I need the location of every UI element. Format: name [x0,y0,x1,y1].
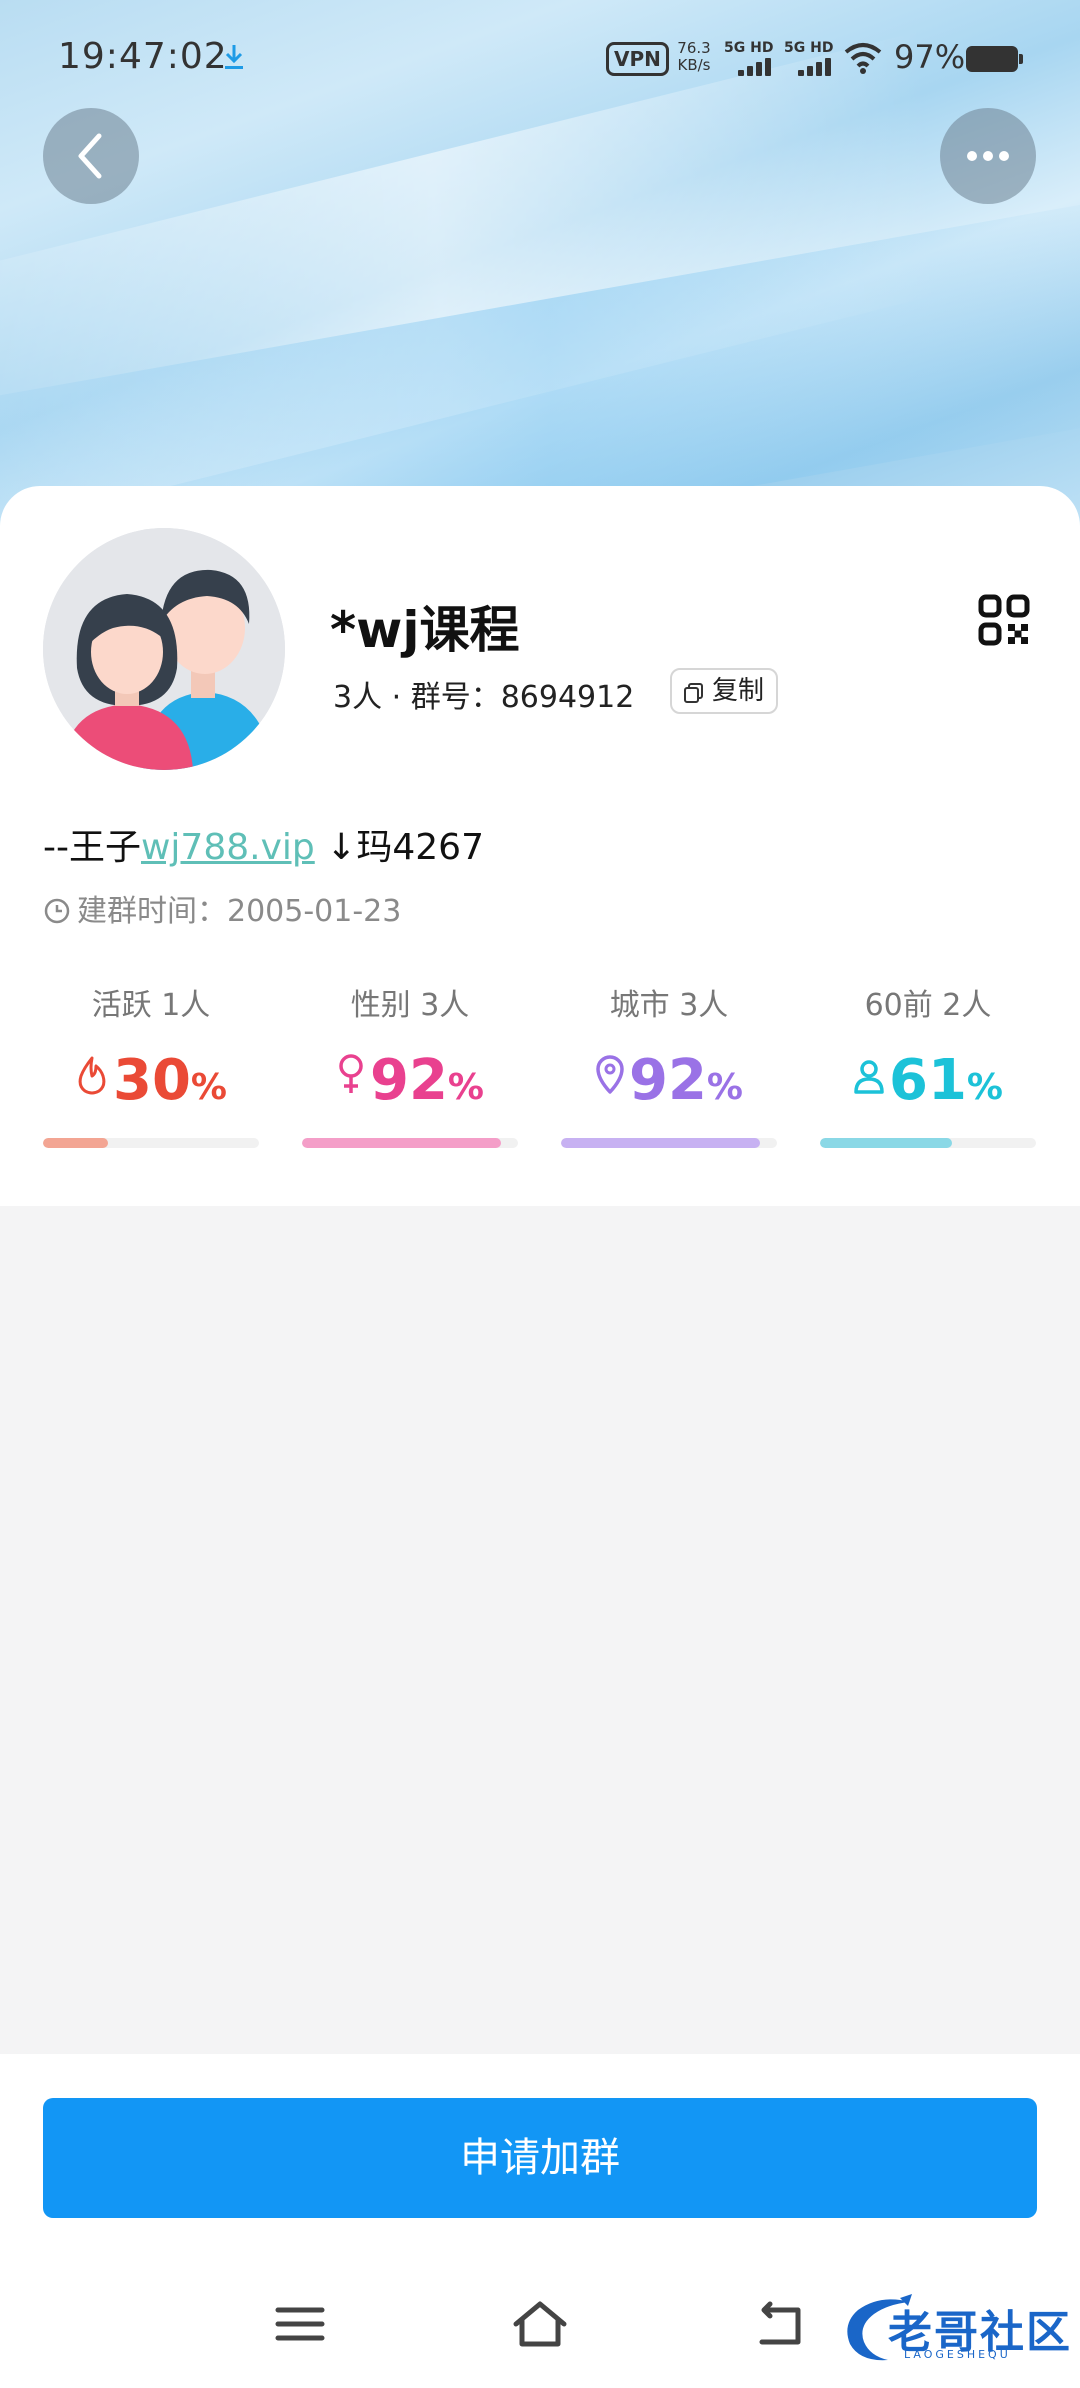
stat-progress-fill [302,1138,501,1148]
more-options-button[interactable] [940,108,1036,204]
stat-number: 30 [112,1048,191,1113]
signal-bar [747,66,753,76]
status-bar: 19:47:02 VPN 76.3 KB/s 5G HD 5G HD 97% [0,0,1080,120]
download-icon [225,45,243,69]
stat-progress-bar [561,1138,777,1148]
stat-progress-fill [561,1138,760,1148]
group-meta: 3人 · 群号：8694912 [333,680,635,715]
copy-button[interactable]: 复制 [670,668,778,714]
stat-gender: 性别 3人 92% [302,980,518,1150]
group-name: *wj课程 [330,601,520,659]
signal-bar [756,62,762,76]
wifi-icon [844,43,882,74]
stat-value: 92% [561,1048,777,1113]
battery-icon [966,46,1023,72]
sim2-label: 5G HD [784,40,834,56]
stat-progress-bar [43,1138,259,1148]
qr-code-icon[interactable] [978,594,1030,646]
created-date: 建群时间：2005-01-23 [43,886,401,930]
network-speed-unit: KB/s [677,56,711,74]
stat-unit: % [190,1067,227,1108]
back-button[interactable] [43,108,139,204]
female-icon [339,1054,363,1093]
vpn-badge: VPN [606,42,669,76]
stat-number: 61 [888,1048,967,1113]
network-speed-value: 76.3 [677,39,711,57]
signal-bar [816,62,822,76]
battery-percent: 97% [894,38,966,76]
flame-icon [78,1056,106,1095]
signal-bar [825,58,831,76]
signal-bar [738,70,744,76]
stat-progress-fill [820,1138,952,1148]
stat-progress-bar [820,1138,1036,1148]
more-dots-icon [967,151,1009,161]
location-pin-icon [596,1055,624,1094]
signal-bar [807,66,813,76]
watermark-logo: 老哥社区 LAOGESHEQU [840,2290,1070,2370]
chevron-left-icon [78,133,102,179]
signal-icon: 5G HD [724,40,780,76]
sim1-label: 5G HD [724,40,774,56]
signal-bar [798,70,804,76]
created-date-text: 建群时间：2005-01-23 [77,894,402,929]
stat-unit: % [966,1067,1003,1108]
menu-icon[interactable] [272,2296,328,2352]
watermark-subtext: LAOGESHEQU [904,2348,1011,2361]
copy-label: 复制 [712,676,765,706]
intro-prefix: --王子 [43,827,141,868]
person-icon [854,1060,884,1094]
signal-bar [765,58,771,76]
stat-label: 60前 2人 [864,988,992,1023]
stat-age: 60前 2人 61% [820,980,1036,1150]
stat-unit: % [447,1067,484,1108]
stat-label: 活跃 1人 [91,988,211,1023]
stat-unit: % [706,1067,743,1108]
home-icon[interactable] [510,2296,570,2352]
intro-suffix: ↓玛4267 [314,827,484,868]
status-time: 19:47:02 [58,36,228,77]
stat-city: 城市 3人 92% [561,980,777,1150]
group-avatar[interactable] [43,528,285,770]
stat-value: 30% [43,1048,259,1113]
join-group-button[interactable]: 申请加群 [43,2098,1037,2218]
stat-label: 城市 3人 [609,988,729,1023]
stat-number: 92 [628,1048,707,1113]
stat-value: 92% [302,1048,518,1113]
copy-icon [684,683,703,703]
group-stats: 活跃 1人 30% 性别 3人 92% 城市 3人 92% 60前 2人 61% [43,980,1037,1150]
signal-icon: 5G HD [784,40,840,76]
group-avatar-icon [43,528,285,770]
stat-label: 性别 3人 [350,988,470,1023]
stat-progress-bar [302,1138,518,1148]
intro-link[interactable]: wj788.vip [141,827,315,868]
back-nav-icon[interactable] [752,2296,808,2352]
stat-active: 活跃 1人 30% [43,980,259,1150]
network-speed: 76.3 KB/s [672,40,716,74]
stat-number: 92 [369,1048,448,1113]
group-intro: --王子wj788.vip ↓玛4267 [43,818,484,870]
stat-progress-fill [43,1138,108,1148]
clock-icon [44,898,70,924]
stat-value: 61% [820,1048,1036,1113]
